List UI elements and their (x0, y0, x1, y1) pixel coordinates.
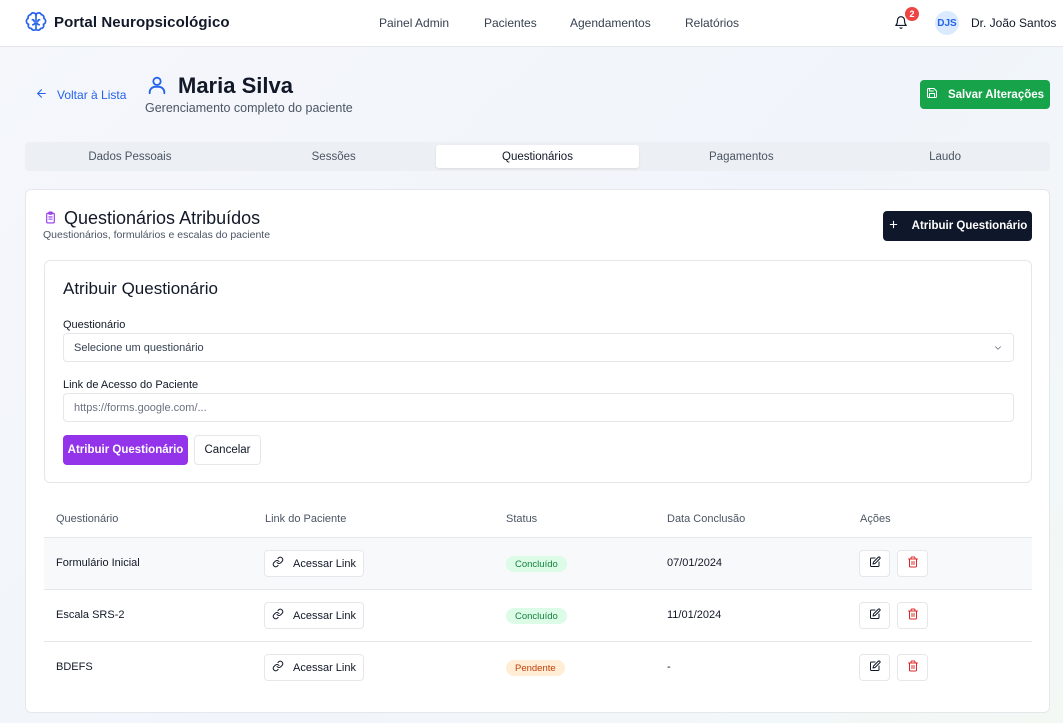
status-badge: Concluído (506, 556, 567, 572)
link-icon (272, 556, 284, 571)
col-acoes: Ações (860, 513, 891, 525)
submit-assign-button[interactable]: Atribuir Questionário (63, 435, 188, 465)
questionnaire-label: Questionário (63, 319, 126, 331)
edit-icon (869, 608, 881, 623)
questionnaires-card: Questionários Atribuídos Questionários, … (25, 189, 1050, 713)
nav-agendamentos[interactable]: Agendamentos (570, 16, 651, 30)
back-label: Voltar à Lista (57, 88, 127, 102)
tab-pagamentos[interactable]: Pagamentos (639, 145, 843, 168)
completion-date: 11/01/2024 (667, 609, 722, 621)
cancel-button[interactable]: Cancelar (194, 435, 261, 465)
assign-button-label: Atribuir Questionário (911, 220, 1028, 232)
assign-form: Atribuir Questionário Questionário Selec… (44, 260, 1032, 483)
table-header: Questionário Link do Paciente Status Dat… (44, 500, 1032, 538)
status-badge: Pendente (506, 660, 565, 676)
access-link-button[interactable]: Acessar Link (264, 654, 364, 681)
access-link-button[interactable]: Acessar Link (264, 602, 364, 629)
questionnaire-select-value: Selecione um questionário (74, 341, 204, 354)
page-title: Maria Silva (178, 73, 293, 98)
table-row: BDEFS Acessar Link Pendente - (44, 642, 1032, 694)
edit-icon (869, 660, 881, 675)
table-row: Formulário Inicial Acessar Link Concluíd… (44, 538, 1032, 590)
col-data-conclusao: Data Conclusão (667, 513, 746, 525)
section-subtitle: Questionários, formulários e escalas do … (43, 229, 271, 241)
user-icon (146, 74, 168, 99)
questionnaire-name: Formulário Inicial (56, 557, 140, 569)
trash-icon (907, 608, 919, 623)
user-name[interactable]: Dr. João Santos (971, 16, 1056, 30)
delete-button[interactable] (897, 654, 928, 681)
edit-icon (869, 556, 881, 571)
completion-date: - (667, 661, 671, 673)
link-icon (272, 660, 284, 675)
link-icon (272, 608, 284, 623)
col-questionario: Questionário (56, 513, 119, 525)
trash-icon (907, 660, 919, 675)
nav-painel-admin[interactable]: Painel Admin (379, 16, 449, 30)
page-subtitle: Gerenciamento completo do paciente (145, 101, 353, 115)
tab-questionarios[interactable]: Questionários (435, 145, 640, 168)
notification-badge: 2 (905, 7, 919, 21)
plus-icon (888, 219, 899, 233)
tab-bar: Dados Pessoais Sessões Questionários Pag… (25, 142, 1050, 171)
save-label: Salvar Alterações (947, 88, 1045, 101)
brand[interactable]: Portal Neuropsicológico (25, 11, 230, 33)
col-link: Link do Paciente (265, 513, 347, 525)
patient-link-input[interactable] (74, 401, 1013, 414)
arrow-left-icon (35, 87, 48, 103)
assign-questionnaire-button[interactable]: Atribuir Questionário (883, 211, 1032, 241)
app-title: Portal Neuropsicológico (54, 13, 230, 31)
edit-button[interactable] (859, 550, 890, 577)
questionnaire-select[interactable]: Selecione um questionário (63, 333, 1014, 362)
access-link-label: Acessar Link (293, 661, 356, 674)
tab-dados-pessoais[interactable]: Dados Pessoais (28, 145, 232, 168)
save-changes-button[interactable]: Salvar Alterações (920, 80, 1050, 109)
tab-sessoes[interactable]: Sessões (232, 145, 436, 168)
back-to-list-link[interactable]: Voltar à Lista (35, 87, 126, 103)
clipboard-icon (44, 210, 57, 228)
table-row: Escala SRS-2 Acessar Link Concluído 11/0… (44, 590, 1032, 642)
avatar[interactable]: DJS (935, 11, 959, 35)
top-navbar: Portal Neuropsicológico Painel Admin Pac… (0, 0, 1063, 47)
link-field-wrapper (63, 393, 1014, 422)
brain-icon (25, 11, 47, 33)
section-header: Questionários Atribuídos (44, 208, 260, 229)
nav-pacientes[interactable]: Pacientes (484, 16, 537, 30)
questionnaires-table: Questionário Link do Paciente Status Dat… (44, 500, 1032, 694)
edit-button[interactable] (859, 602, 890, 629)
status-badge: Concluído (506, 608, 567, 624)
col-status: Status (506, 513, 538, 525)
chevron-down-icon (993, 343, 1003, 356)
trash-icon (907, 556, 919, 571)
section-title: Questionários Atribuídos (64, 208, 261, 228)
questionnaire-name: Escala SRS-2 (56, 609, 125, 621)
access-link-label: Acessar Link (293, 557, 356, 570)
delete-button[interactable] (897, 602, 928, 629)
form-title: Atribuir Questionário (63, 279, 218, 298)
access-link-label: Acessar Link (293, 609, 356, 622)
link-label: Link de Acesso do Paciente (63, 379, 199, 391)
nav-relatorios[interactable]: Relatórios (685, 16, 739, 30)
delete-button[interactable] (897, 550, 928, 577)
save-icon (926, 87, 938, 102)
completion-date: 07/01/2024 (667, 557, 723, 569)
edit-button[interactable] (859, 654, 890, 681)
questionnaire-name: BDEFS (56, 661, 93, 673)
access-link-button[interactable]: Acessar Link (264, 550, 364, 577)
tab-laudo[interactable]: Laudo (843, 145, 1047, 168)
